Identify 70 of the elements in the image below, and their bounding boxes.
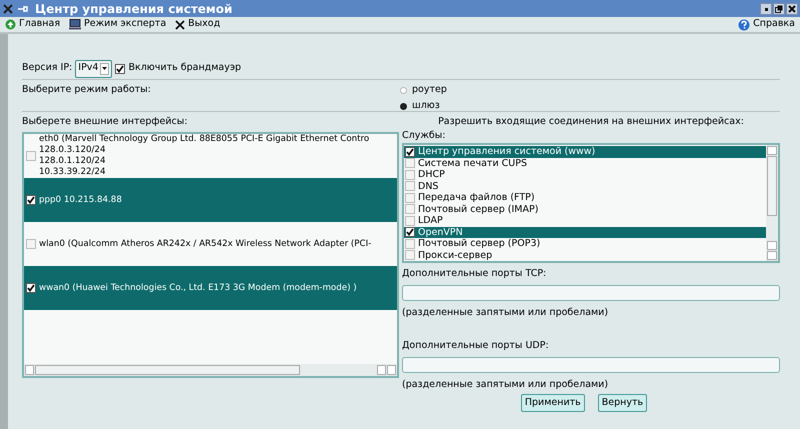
checkbox[interactable] [405,216,415,226]
checkbox[interactable] [405,227,415,238]
interface-text: ppp0 10.215.84.88 [39,194,122,206]
checkbox[interactable] [405,158,415,168]
ip-version-dropdown[interactable]: IPv4 [75,60,112,78]
hint-text: (разделенные запятыми или пробелами) [402,378,610,391]
pin-icon[interactable] [17,4,29,14]
action-button[interactable]: Вернуть [598,394,648,412]
service-item[interactable]: DHCP [404,169,766,180]
field-label: Версия IP: [22,61,72,76]
interface-item[interactable]: wwan0 (Huawei Technologies Co., Ltd. E173 3G Modem (modem-mode) ) [24,266,397,310]
interface-text: eth0 (Marvell Technology Group Ltd. 88E8055 PCI-E Gigabit Ethernet Contro [39,134,370,145]
hint-text: (разделенные запятыми или пробелами) [402,306,610,319]
service-item[interactable]: Прокси-сервер [404,250,766,261]
radio-label: шлюз [412,99,440,114]
toolbar-link[interactable]: Выход [175,17,220,32]
checkbox[interactable] [405,204,415,214]
service-item[interactable]: LDAP [404,215,766,226]
field-label: Дополнительные порты TCP: [402,267,548,281]
checkbox[interactable] [405,181,415,192]
interface-text: 128.0.3.120/24 [39,145,106,156]
interface-text: wlan0 (Qualcomm Atheros AR242x / AR542x Wireless Network Adapter (PCI- [39,238,372,250]
radio-label: роутер [412,83,447,97]
checkbox[interactable] [26,283,36,293]
service-item[interactable]: Передача файлов (FTP) [404,192,766,204]
service-item[interactable]: DNS [404,180,766,192]
service-item[interactable]: Почтовый сервер (POP3) [404,238,766,250]
window-title: Центр управления системой [35,0,234,18]
checkbox-label: Включить брандмауэр [128,61,242,76]
close-icon[interactable] [786,2,798,14]
field-label: Службы: [402,129,446,141]
vertical-scrollbar[interactable] [766,145,778,261]
checkbox[interactable] [26,195,36,205]
monitor-icon [69,19,82,30]
checkbox[interactable] [405,250,415,260]
interface-text: 128.0.1.120/24 [39,156,106,167]
radio-button[interactable] [400,86,407,94]
checkbox[interactable] [26,151,36,161]
toolbar-link[interactable]: Главная [5,17,60,32]
service-item[interactable]: OpenVPN [404,226,766,238]
interface-text: 10.33.39.22/24 [39,167,106,178]
interface-item[interactable]: wlan0 (Qualcomm Atheros AR242x / AR542x Wireless Network Adapter (PCI- [24,222,397,266]
interface-text: wwan0 (Huawei Technologies Co., Ltd. E173 3G Modem (modem-mode) ) [39,282,357,294]
interface-item[interactable]: ppp0 10.215.84.88 [24,178,397,222]
section-label: Выберете внешние интерфейсы: [22,115,188,129]
service-item[interactable]: Система печати CUPS [404,158,766,169]
circle-arrow-icon [5,19,16,30]
cross-icon [175,20,186,30]
checkbox[interactable] [115,64,126,74]
toolbar-link[interactable]: Режим эксперта [69,17,166,32]
ports-input[interactable] [402,285,780,301]
checkbox[interactable] [405,146,415,157]
restore-icon[interactable] [773,2,785,14]
checkbox[interactable] [405,192,415,203]
minimize-icon[interactable] [760,2,772,14]
section-label: Выберите режим работы: [22,83,152,97]
radio-button[interactable] [400,102,407,110]
ports-input[interactable] [402,357,780,373]
interface-item[interactable]: eth0 (Marvell Technology Group Ltd. 88E8055 PCI-E Gigabit Ethernet Contro 128.0.3.120/24 128.0.1.120/24 10.33.39.22/24 [24,134,397,178]
action-button[interactable]: Применить [520,394,585,412]
field-label: Дополнительные порты UDP: [402,339,550,353]
section-heading: Разрешить входящие соединения на внешних интерфейсах: [437,115,745,129]
checkbox[interactable] [405,238,415,249]
horizontal-scrollbar[interactable] [24,364,397,376]
checkbox[interactable] [405,170,415,180]
help-icon [738,18,750,30]
service-item[interactable]: Центр управления системой (www) [404,146,766,158]
checkbox[interactable] [26,239,36,249]
help-link[interactable]: Справка [738,17,795,32]
service-item[interactable]: Почтовый сервер (IMAP) [404,204,766,215]
